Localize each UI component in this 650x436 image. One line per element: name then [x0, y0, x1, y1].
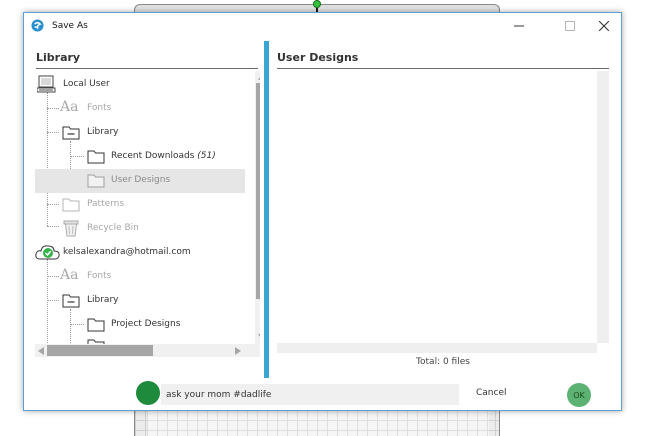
rotate-handle[interactable]	[313, 0, 321, 8]
designs-heading: User Designs	[277, 51, 609, 69]
tree-item-label: Local User	[63, 79, 110, 89]
tree-item-label: Fonts	[87, 271, 112, 281]
tree-item-label-text: Recent Downloads	[111, 151, 195, 161]
tree-item-label: Library	[87, 127, 119, 137]
background-cutting-mat	[134, 410, 500, 436]
tree-item-fonts[interactable]: Aa Fonts	[35, 97, 245, 121]
folder-collapse-icon	[62, 126, 80, 140]
cutting-mat-grid	[147, 410, 489, 436]
scroll-left-button[interactable]	[35, 344, 47, 357]
app-logo-icon	[31, 19, 44, 32]
download-count: (51)	[197, 151, 216, 161]
tree-item-local-user[interactable]: Local User	[35, 73, 245, 97]
tree-item-label: Recent Downloads (51)	[111, 151, 216, 161]
tree-item-cloud-fonts[interactable]: Aa Fonts	[35, 265, 245, 289]
triangle-up-icon	[257, 76, 260, 80]
total-files-count: Total: 0 files	[416, 357, 470, 367]
tree-horizontal-scrollbar[interactable]	[35, 344, 244, 357]
triangle-down-icon	[257, 334, 260, 338]
tree-item-label: Library	[87, 295, 119, 305]
folder-icon	[62, 198, 80, 212]
tree-item-patterns[interactable]: Patterns	[35, 193, 245, 217]
design-thumbnail	[136, 381, 160, 405]
scrollbar-thumb[interactable]	[47, 345, 153, 356]
save-as-dialog: Save As Library Local User Aa Fonts Libr…	[23, 12, 622, 411]
scroll-right-button[interactable]	[232, 344, 244, 357]
ok-button-label: OK	[573, 390, 585, 400]
scroll-up-button[interactable]	[255, 71, 260, 83]
dialog-title: Save As	[52, 21, 88, 31]
title-bar[interactable]: Save As	[24, 13, 621, 41]
minimize-icon	[514, 25, 524, 27]
tree-item-label: User Designs	[111, 175, 171, 185]
folder-icon	[87, 174, 105, 188]
library-heading: Library	[36, 51, 258, 69]
ok-button[interactable]: OK	[567, 383, 591, 407]
file-list-vertical-scrollbar[interactable]	[597, 71, 609, 343]
tree-vertical-scrollbar[interactable]	[255, 71, 260, 357]
close-button[interactable]	[594, 17, 614, 35]
file-list[interactable]	[277, 71, 609, 353]
file-list-horizontal-scrollbar[interactable]	[277, 343, 597, 353]
folder-collapse-icon	[62, 294, 80, 308]
tree-item-cloud-account[interactable]: kelsalexandra@hotmail.com	[35, 241, 245, 265]
tree-item-label: Patterns	[87, 199, 125, 209]
tree-item-label: Recycle Bin	[87, 223, 139, 233]
recycle-bin-icon	[63, 220, 79, 237]
folder-icon	[87, 150, 105, 164]
tree-item-project-designs[interactable]: Project Designs	[35, 313, 245, 337]
minimize-button[interactable]	[509, 17, 529, 35]
tree-item-label: Project Designs	[111, 319, 181, 329]
cancel-button[interactable]: Cancel	[476, 388, 507, 398]
maximize-icon	[565, 21, 575, 31]
cloud-check-icon	[35, 245, 60, 260]
tree-item-recycle-bin[interactable]: Recycle Bin	[35, 217, 245, 241]
font-icon: Aa	[60, 267, 79, 283]
tree-item-library[interactable]: Library	[35, 121, 245, 145]
triangle-right-icon	[235, 346, 241, 355]
tree-item-label: Fonts	[87, 103, 112, 113]
filename-input[interactable]	[161, 384, 459, 405]
maximize-button[interactable]	[560, 17, 580, 35]
library-tree: Local User Aa Fonts Library Recent Downl…	[35, 71, 260, 357]
tree-item-recent-downloads[interactable]: Recent Downloads (51)	[35, 145, 245, 169]
tree-item-cloud-library[interactable]: Library	[35, 289, 245, 313]
scroll-down-button[interactable]	[255, 331, 260, 343]
triangle-left-icon	[38, 346, 44, 355]
computer-icon	[37, 75, 56, 93]
tree-item-user-designs[interactable]: User Designs	[35, 169, 245, 193]
pane-splitter[interactable]	[264, 41, 269, 378]
folder-icon	[87, 318, 105, 332]
account-email: kelsalexandra@hotmail.com	[63, 247, 191, 257]
close-icon	[599, 21, 609, 31]
scrollbar-corner	[244, 344, 257, 357]
scrollbar-thumb[interactable]	[256, 83, 260, 299]
font-icon: Aa	[60, 99, 79, 115]
